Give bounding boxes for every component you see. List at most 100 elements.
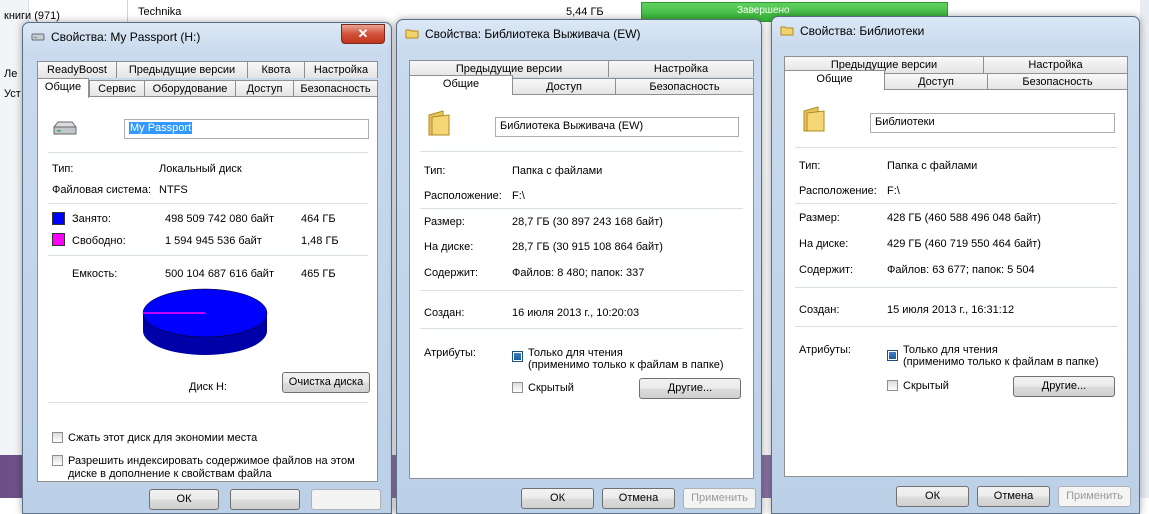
- close-button[interactable]: ✕: [341, 24, 385, 44]
- created-value: 15 июля 2013 г., 16:31:12: [887, 304, 1015, 316]
- tab-general[interactable]: Общие: [409, 75, 513, 95]
- folder-name-input[interactable]: Библиотеки: [870, 113, 1115, 133]
- location-label: Расположение:: [799, 185, 877, 197]
- folder-properties-window-libraries: Свойства: Библиотеки Предыдущие версии Н…: [771, 16, 1140, 514]
- separator: [795, 147, 1117, 148]
- advanced-attributes-button[interactable]: Другие...: [639, 378, 741, 399]
- ok-button[interactable]: ОК: [149, 489, 219, 510]
- hidden-label: Скрытый: [903, 380, 949, 392]
- window-titlebar[interactable]: Свойства: Библиотеки: [772, 17, 1139, 43]
- window-titlebar[interactable]: Свойства: My Passport (H:) ✕: [23, 23, 391, 49]
- readonly-checkbox[interactable]: [512, 351, 523, 362]
- background-nav-item-books[interactable]: книги (971): [4, 10, 60, 22]
- location-value: F:\: [887, 185, 900, 197]
- folder-name-input[interactable]: Библиотека Выживача (EW): [495, 117, 739, 137]
- tab-sharing[interactable]: Доступ: [512, 78, 616, 95]
- folder-icon: [405, 29, 419, 39]
- column-divider: [127, 0, 128, 24]
- folder-icon: [780, 26, 794, 36]
- window-title: Свойства: My Passport (H:): [51, 30, 201, 44]
- contains-label: Содержит:: [799, 264, 854, 276]
- disk-cleanup-button[interactable]: Очистка диска: [282, 372, 370, 393]
- contains-value: Файлов: 8 480; папок: 337: [512, 267, 645, 279]
- readonly-label-line2: (применимо только к файлам в папке): [528, 359, 724, 371]
- ok-button[interactable]: ОК: [521, 488, 594, 509]
- window-title: Свойства: Библиотека Выживача (EW): [425, 27, 641, 41]
- cancel-button[interactable]: Отмена: [977, 486, 1050, 507]
- created-value: 16 июля 2013 г., 10:20:03: [512, 307, 640, 319]
- advanced-attributes-button[interactable]: Другие...: [1013, 376, 1115, 397]
- tab-readyboost[interactable]: ReadyBoost: [37, 61, 117, 78]
- created-label: Создан:: [424, 307, 465, 319]
- tab-sharing[interactable]: Доступ: [235, 80, 294, 97]
- free-label: Свободно:: [72, 235, 126, 247]
- tab-settings[interactable]: Настройка: [304, 61, 378, 78]
- hidden-checkbox[interactable]: [512, 382, 523, 393]
- tab-security[interactable]: Безопасность: [293, 80, 378, 97]
- separator: [420, 328, 743, 329]
- capacity-label: Емкость:: [72, 268, 118, 280]
- compress-checkbox[interactable]: [52, 432, 63, 443]
- capacity-bytes: 500 104 687 616 байт: [165, 268, 274, 280]
- tab-settings[interactable]: Настройка: [608, 60, 754, 77]
- readonly-label-line1: Только для чтения: [528, 347, 623, 359]
- type-label: Тип:: [424, 165, 446, 177]
- tab-general[interactable]: Общие: [37, 78, 89, 98]
- general-tab-panel: Библиотека Выживача (EW) Тип: Папка с фа…: [409, 94, 754, 479]
- type-value: Локальный диск: [159, 163, 242, 175]
- tab-security[interactable]: Безопасность: [987, 73, 1128, 90]
- apply-button[interactable]: Применить: [683, 488, 756, 509]
- readonly-label-line1: Только для чтения: [903, 344, 998, 356]
- type-value: Папка с файлами: [887, 160, 978, 172]
- drive-name-input[interactable]: My Passport: [124, 119, 369, 139]
- drive-properties-window: Свойства: My Passport (H:) ✕ ReadyBoost …: [22, 22, 392, 514]
- window-titlebar[interactable]: Свойства: Библиотека Выживача (EW): [397, 20, 761, 46]
- type-value: Папка с файлами: [512, 165, 603, 177]
- apply-button[interactable]: Применить: [1058, 486, 1131, 507]
- background-nav-item-3[interactable]: Уст: [4, 88, 21, 100]
- disk-usage-pie-chart: [142, 288, 268, 355]
- separator: [420, 151, 743, 152]
- size-value: 28,7 ГБ (30 897 243 168 байт): [512, 216, 663, 228]
- separator: [420, 208, 743, 209]
- drive-icon: [53, 121, 77, 135]
- background-nav-item-2[interactable]: Ле: [4, 68, 17, 80]
- tab-quota[interactable]: Квота: [247, 61, 305, 78]
- tab-sharing[interactable]: Доступ: [884, 73, 988, 90]
- cancel-button[interactable]: Отмена: [602, 488, 675, 509]
- size-label: Размер:: [424, 216, 465, 228]
- size-label: Размер:: [799, 212, 840, 224]
- general-tab-panel: Библиотеки Тип: Папка с файлами Располож…: [784, 89, 1128, 477]
- contains-label: Содержит:: [424, 267, 479, 279]
- hidden-checkbox[interactable]: [887, 380, 898, 391]
- separator: [420, 290, 743, 291]
- apply-button[interactable]: [311, 489, 381, 510]
- folder-properties-window-ew: Свойства: Библиотека Выживача (EW) Преды…: [396, 19, 762, 514]
- readonly-checkbox[interactable]: [887, 350, 898, 361]
- tab-settings[interactable]: Настройка: [983, 56, 1128, 73]
- size-value: 428 ГБ (460 588 496 048 байт): [887, 212, 1041, 224]
- index-label-line1: Разрешить индексировать содержимое файло…: [68, 455, 355, 467]
- size-on-disk-label: На диске:: [424, 241, 474, 253]
- tab-tools[interactable]: Сервис: [89, 80, 145, 97]
- used-space-swatch: [52, 212, 65, 225]
- tab-previous-versions[interactable]: Предыдущие версии: [116, 61, 248, 78]
- filesystem-label: Файловая система:: [52, 184, 152, 196]
- tab-hardware[interactable]: Оборудование: [144, 80, 236, 97]
- index-checkbox[interactable]: [52, 455, 63, 466]
- background-scroll-edge: [1140, 0, 1149, 498]
- used-label: Занято:: [72, 213, 111, 225]
- tab-general[interactable]: Общие: [784, 70, 885, 90]
- general-tab-panel: My Passport Тип: Локальный диск Файловая…: [37, 96, 378, 482]
- capacity-gb: 465 ГБ: [301, 268, 336, 280]
- used-bytes: 498 509 742 080 байт: [165, 213, 274, 225]
- location-value: F:\: [512, 190, 525, 202]
- ok-button[interactable]: ОК: [896, 486, 969, 507]
- filesystem-value: NTFS: [159, 184, 188, 196]
- window-title: Свойства: Библиотеки: [800, 24, 925, 38]
- cancel-button[interactable]: [230, 489, 300, 510]
- folder-icon: [803, 106, 825, 132]
- readonly-label-line2: (применимо только к файлам в папке): [903, 356, 1099, 368]
- tab-security[interactable]: Безопасность: [615, 78, 754, 95]
- separator: [48, 152, 368, 153]
